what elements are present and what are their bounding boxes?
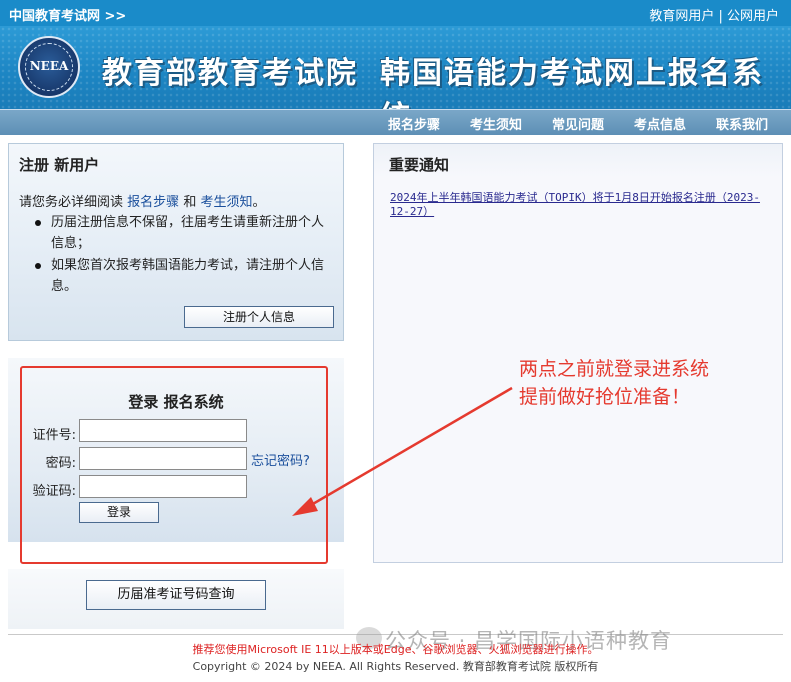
notice-panel: 重要通知 2024年上半年韩国语能力考试（TOPIK）将于1月8日开始报名注册（… — [373, 143, 783, 563]
bullet-icon — [35, 220, 41, 226]
register-panel: 注册 新用户 请您务必详细阅读 报名步骤 和 考生须知。 历届注册信息不保留，往… — [8, 143, 344, 341]
user-type-links[interactable]: 教育网用户 | 公网用户 — [649, 5, 779, 24]
history-query-button[interactable]: 历届准考证号码查询 — [86, 580, 266, 610]
intro-and: 和 — [183, 195, 197, 210]
history-panel: 历届准考证号码查询 — [8, 569, 344, 629]
intro-text: 请您务必详细阅读 — [19, 195, 124, 210]
annotation-line-2: 提前做好抢位准备！ — [519, 386, 691, 408]
annotation-text: 两点之前就登录进系统 提前做好抢位准备！ — [519, 355, 709, 411]
nav-item-notice[interactable]: 考生须知 — [470, 114, 522, 133]
header-banner: NEEA 教育部教育考试院 韩国语能力考试网上报名系统 — [0, 26, 791, 109]
bullet-text: 如果您首次报考韩国语能力考试，请注册个人信息。 — [51, 258, 325, 294]
copyright: Copyright © 2024 by NEEA. All Rights Res… — [192, 660, 599, 673]
browser-recommendation: 推荐您使用Microsoft IE 11以上版本或Edge、谷歌浏览器、火狐浏览… — [192, 643, 599, 656]
bullet-text: 历届注册信息不保留，往届考生请重新注册个人信息； — [51, 215, 325, 251]
register-button[interactable]: 注册个人信息 — [184, 306, 334, 328]
link-steps[interactable]: 报名步骤 — [127, 195, 179, 210]
bullet-icon — [35, 263, 41, 269]
nav-item-contact[interactable]: 联系我们 — [716, 114, 768, 133]
list-item: 历届注册信息不保留，往届考生请重新注册个人信息； — [33, 212, 333, 254]
neea-logo: NEEA — [18, 36, 80, 98]
list-item: 如果您首次报考韩国语能力考试，请注册个人信息。 — [33, 255, 333, 297]
system-title: 韩国语能力考试网上报名系统 — [380, 56, 764, 109]
nav-item-steps[interactable]: 报名步骤 — [388, 114, 440, 133]
main-nav: 报名步骤 考生须知 常见问题 考点信息 联系我们 — [0, 109, 791, 135]
nav-item-centers[interactable]: 考点信息 — [634, 114, 686, 133]
register-intro: 请您务必详细阅读 报名步骤 和 考生须知。 — [19, 191, 266, 210]
notice-item-link[interactable]: 2024年上半年韩国语能力考试（TOPIK）将于1月8日开始报名注册（2023-… — [390, 191, 760, 218]
logo-text: NEEA — [29, 59, 69, 73]
link-notice[interactable]: 考生须知 — [200, 195, 252, 210]
highlight-box — [20, 366, 328, 564]
notice-title: 重要通知 — [389, 156, 450, 174]
org-title: 教育部教育考试院 — [102, 56, 358, 91]
top-bar: 中国教育考试网 >> 教育网用户 | 公网用户 — [0, 0, 791, 26]
annotation-line-1: 两点之前就登录进系统 — [519, 358, 710, 380]
notice-list: 2024年上半年韩国语能力考试（TOPIK）将于1月8日开始报名注册（2023-… — [390, 191, 770, 219]
register-title: 注册 新用户 — [19, 156, 100, 174]
site-link[interactable]: 中国教育考试网 >> — [9, 5, 126, 24]
nav-item-faq[interactable]: 常见问题 — [552, 114, 604, 133]
intro-period: 。 — [252, 195, 266, 210]
register-bullets: 历届注册信息不保留，往届考生请重新注册个人信息； 如果您首次报考韩国语能力考试，… — [33, 212, 333, 298]
